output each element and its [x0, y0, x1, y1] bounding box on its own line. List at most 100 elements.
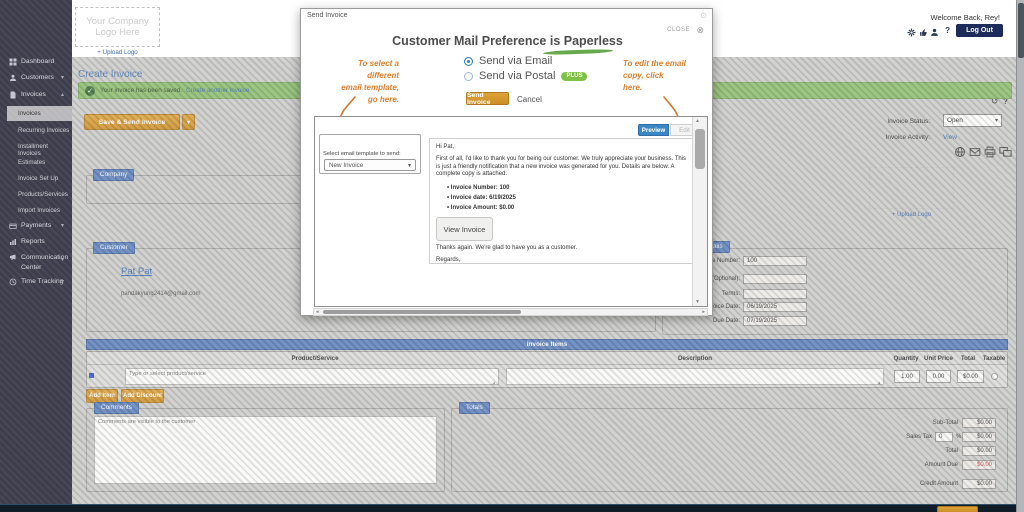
- mail-icon[interactable]: [969, 146, 981, 158]
- description-input[interactable]: [506, 368, 884, 385]
- company-logo-placeholder: Your Company Logo Here: [869, 167, 954, 209]
- email-bullet: • Invoice date: 6/19/2025: [447, 195, 516, 201]
- welcome-text: Welcome Back, Rey!: [931, 13, 1000, 22]
- add-item-button[interactable]: Add Item: [86, 389, 118, 403]
- row-drag-handle-icon[interactable]: [89, 373, 94, 378]
- sidebar-item-communication-center[interactable]: Communication Center ▾: [0, 253, 72, 273]
- company-logo-placeholder: Your Company Logo Here: [75, 7, 160, 47]
- upload-logo-link[interactable]: + Upload Logo: [75, 49, 160, 56]
- modal-pin-icon: ⊙: [700, 11, 707, 20]
- save-send-invoice-button[interactable]: Save & Send Invoice: [84, 114, 180, 130]
- resize-handle-icon[interactable]: ◢: [492, 380, 495, 385]
- invoice-items-header-bar: Invoice Items: [86, 339, 1008, 350]
- page-scrollbar[interactable]: [1016, 0, 1024, 512]
- email-bullet: • Invoice Amount: $0.00: [447, 205, 514, 211]
- scroll-left-icon[interactable]: ◄: [315, 309, 319, 314]
- thumbs-up-icon[interactable]: [918, 27, 928, 37]
- preview-tab[interactable]: Preview: [638, 124, 669, 136]
- totals-badge: Totals: [459, 402, 490, 414]
- sidebar-item-dashboard[interactable]: Dashboard: [0, 58, 72, 66]
- subtotal-value: $0.00: [962, 418, 996, 428]
- product-service-input[interactable]: [125, 368, 499, 385]
- scrollbar-thumb[interactable]: [1018, 3, 1024, 58]
- sidebar: Dashboard Customers ▾ Invoices ▴ Invoice…: [0, 0, 72, 512]
- comments-input[interactable]: [94, 416, 437, 484]
- panel-scrollbar-horizontal[interactable]: ◄ ►: [313, 308, 708, 316]
- radio-unselected-icon[interactable]: [464, 72, 473, 81]
- check-icon: ✓: [85, 86, 95, 96]
- upload-logo-link[interactable]: + Upload Logo: [869, 212, 954, 218]
- create-another-link[interactable]: Create another invoice.: [186, 87, 251, 94]
- invoice-number-field[interactable]: 100: [743, 256, 807, 266]
- monitor-icon[interactable]: [999, 146, 1012, 158]
- total-label: Total: [862, 448, 958, 454]
- save-send-dropdown-button[interactable]: ▾: [182, 114, 195, 130]
- table-header-divider: [87, 364, 1007, 365]
- user-icon[interactable]: [929, 27, 939, 37]
- total-input[interactable]: $0.00: [957, 370, 984, 383]
- help-icon[interactable]: ?: [945, 26, 950, 35]
- sidebar-item-customers[interactable]: Customers ▾: [0, 74, 72, 82]
- globe-icon[interactable]: [954, 146, 966, 158]
- add-discount-button[interactable]: Add Discount: [121, 389, 164, 403]
- view-invoice-button[interactable]: View Invoice: [436, 217, 493, 241]
- template-select[interactable]: New Invoice ▾: [324, 159, 416, 171]
- customer-name-link[interactable]: Pat Pat: [121, 266, 152, 277]
- send-via-postal-option[interactable]: Send via Postal PLUS: [464, 70, 587, 82]
- sidebar-subitem-recurring-invoices[interactable]: Recurring Invoices: [7, 123, 72, 138]
- annotation-line: To select a different: [329, 58, 399, 82]
- scroll-right-icon[interactable]: ►: [702, 309, 706, 314]
- sidebar-subitem-products-services[interactable]: Products/Services: [7, 187, 72, 202]
- sidebar-subitem-invoice-set-up[interactable]: Invoice Set Up: [7, 171, 72, 186]
- sidebar-subitem-estimates[interactable]: Estimates: [7, 155, 72, 170]
- sidebar-subitem-import-invoices[interactable]: Import Invoices: [7, 203, 72, 218]
- file-icon: [9, 91, 17, 99]
- bullet-text: Invoice Amount: $0.00: [451, 205, 514, 211]
- sales-tax-rate-input[interactable]: 0: [935, 432, 953, 442]
- col-product-service: Product/Service: [130, 355, 500, 362]
- option-label: Send via Email: [479, 55, 552, 67]
- chevron-up-icon: ▴: [61, 91, 64, 98]
- cancel-link[interactable]: Cancel: [517, 95, 542, 104]
- email-bullet: • Invoice Number: 100: [447, 185, 509, 191]
- quantity-input[interactable]: 1.00: [894, 370, 920, 383]
- invoice-activity-view-link[interactable]: View: [943, 134, 957, 141]
- invoice-date-field[interactable]: 06/19/2025: [743, 302, 807, 312]
- sidebar-item-payments[interactable]: Payments ▾: [0, 222, 72, 230]
- sidebar-item-label: Dashboard: [21, 58, 54, 65]
- send-via-email-option[interactable]: Send via Email: [464, 55, 552, 67]
- gear-icon[interactable]: [906, 27, 916, 37]
- due-date-field[interactable]: 07/19/2025: [743, 316, 807, 326]
- scrollbar-thumb[interactable]: [323, 310, 521, 314]
- email-body-text: First of all, I'd like to thank you for …: [436, 156, 692, 179]
- unit-price-input[interactable]: 0.00: [926, 370, 951, 383]
- sales-tax-value: $0.00: [962, 432, 996, 442]
- taxable-checkbox[interactable]: [991, 373, 998, 380]
- grid-icon: [9, 58, 17, 66]
- modal-send-invoice-button[interactable]: Send Invoice: [466, 92, 509, 105]
- annotation-line: copy, click: [623, 70, 693, 82]
- printer-icon[interactable]: [984, 146, 996, 158]
- sidebar-item-label: Invoices: [21, 91, 46, 98]
- sidebar-item-time-tracking[interactable]: Time Tracking ▾: [0, 278, 72, 286]
- close-label[interactable]: CLOSE: [667, 27, 690, 33]
- sidebar-item-invoices[interactable]: Invoices ▴: [0, 91, 72, 99]
- invoice-status-value: Open: [947, 117, 963, 124]
- po-number-field[interactable]: [743, 274, 807, 284]
- radio-selected-icon[interactable]: [464, 57, 473, 66]
- logout-button[interactable]: Log Out: [956, 24, 1003, 37]
- invoice-status-select[interactable]: Open ▾: [943, 114, 1002, 127]
- sidebar-subitem-invoices[interactable]: Invoices: [7, 106, 72, 121]
- scroll-up-icon[interactable]: ▲: [695, 118, 700, 124]
- scroll-down-icon[interactable]: ▼: [695, 299, 700, 305]
- megaphone-icon: [9, 253, 17, 261]
- logo-text: Logo Here: [892, 188, 932, 198]
- invoice-status-label: Invoice Status:: [860, 118, 930, 125]
- subtotal-label: Sub-Total: [862, 420, 958, 426]
- resize-handle-icon[interactable]: ◢: [877, 380, 880, 385]
- terms-field[interactable]: [743, 289, 807, 299]
- sidebar-item-reports[interactable]: Reports: [0, 238, 72, 246]
- footer-save-button-partial[interactable]: [937, 506, 978, 512]
- panel-scrollbar-vertical[interactable]: ▲ ▼: [692, 117, 707, 306]
- scrollbar-thumb[interactable]: [695, 129, 705, 169]
